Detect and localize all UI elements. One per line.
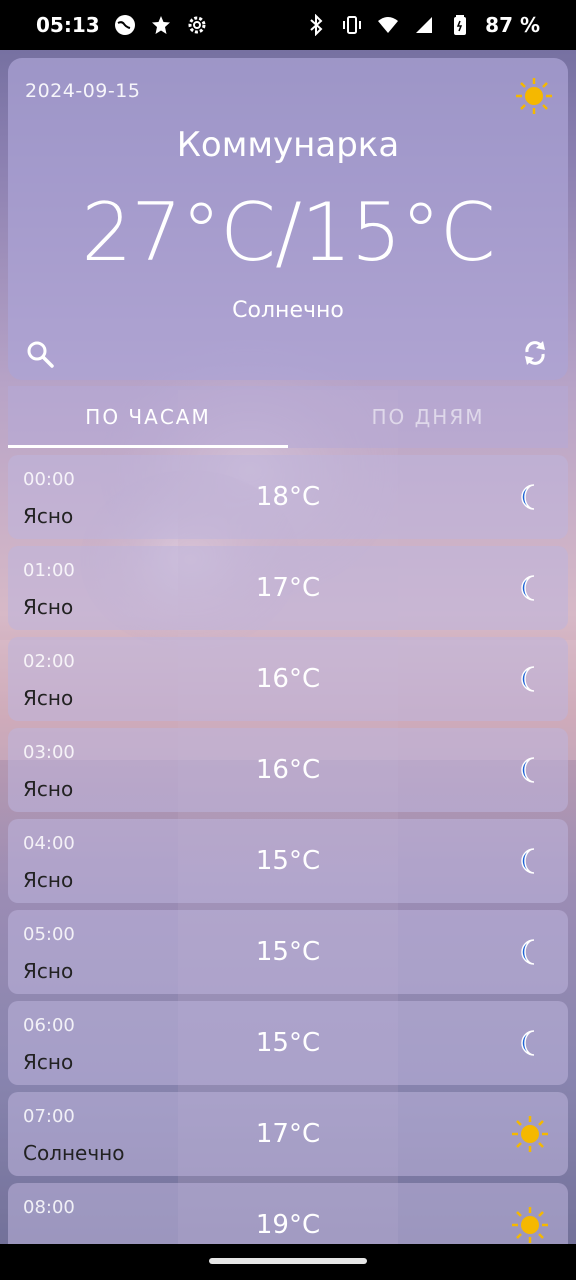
current-date: 2024-09-15 (25, 80, 141, 102)
vibrate-icon (341, 14, 363, 36)
forecast-tabs: ПО ЧАСАМ ПО ДНЯМ (8, 386, 568, 448)
hour-description: Ясно (23, 686, 74, 710)
moon-icon (510, 932, 550, 972)
status-time: 05:13 (36, 13, 100, 37)
hourly-forecast-list: 00:00 18°C Ясно 01:00 17°C Ясно 02:00 16°C Ясно 0… (8, 455, 568, 1274)
hour-description: Ясно (23, 777, 74, 801)
hourly-row: 04:00 15°C Ясно (8, 819, 568, 903)
star-icon (150, 14, 172, 36)
temperature-range: 27°C/15°C (81, 186, 495, 279)
moon-icon (510, 659, 550, 699)
hour-temperature: 18°C (255, 482, 321, 512)
hour-temperature: 16°C (255, 755, 321, 785)
city-name: Коммунарка (176, 125, 400, 165)
hour-description: Ясно (23, 1050, 74, 1074)
hourly-row: 02:00 16°C Ясно (8, 637, 568, 721)
sun-icon (510, 1114, 550, 1154)
hour-temperature: 15°C (255, 1028, 321, 1058)
hour-description: Ясно (23, 595, 74, 619)
sun-icon (510, 1205, 550, 1245)
hour-description: Ясно (23, 959, 74, 983)
moon-icon (510, 477, 550, 517)
sun-icon (516, 78, 552, 114)
hour-description: Ясно (23, 504, 74, 528)
hourly-row: 01:00 17°C Ясно (8, 546, 568, 630)
hour-temperature: 19°C (255, 1210, 321, 1240)
settings-icon (186, 14, 208, 36)
status-bar: 05:13 87 % (0, 0, 576, 50)
bluetooth-icon (305, 14, 327, 36)
search-icon[interactable] (26, 340, 54, 368)
current-weather-card: 2024-09-15 Коммунарка 27°C/15°C Солнечно (8, 58, 568, 380)
tab-hourly[interactable]: ПО ЧАСАМ (8, 386, 288, 448)
signal-icon (413, 14, 435, 36)
hourly-row: 05:00 15°C Ясно (8, 910, 568, 994)
hour-temperature: 15°C (255, 937, 321, 967)
hourly-row: 03:00 16°C Ясно (8, 728, 568, 812)
hour-temperature: 17°C (255, 573, 321, 603)
hourly-row: 06:00 15°C Ясно (8, 1001, 568, 1085)
refresh-icon[interactable] (520, 338, 550, 368)
moon-icon (510, 750, 550, 790)
battery-percent: 87 % (485, 13, 540, 37)
moon-icon (510, 841, 550, 881)
hour-description: Солнечно (23, 1141, 125, 1165)
hour-temperature: 16°C (255, 664, 321, 694)
globe-icon (114, 14, 136, 36)
tab-daily[interactable]: ПО ДНЯМ (288, 386, 568, 448)
wifi-icon (377, 14, 399, 36)
navigation-bar (0, 1244, 576, 1280)
hour-description: Ясно (23, 868, 74, 892)
battery-icon (449, 14, 471, 36)
hourly-row: 07:00 17°C Солнечно (8, 1092, 568, 1176)
weather-condition: Солнечно (232, 298, 344, 323)
moon-icon (510, 1023, 550, 1063)
hourly-row: 00:00 18°C Ясно (8, 455, 568, 539)
hour-temperature: 15°C (255, 846, 321, 876)
moon-icon (510, 568, 550, 608)
home-gesture-pill[interactable] (209, 1258, 367, 1264)
